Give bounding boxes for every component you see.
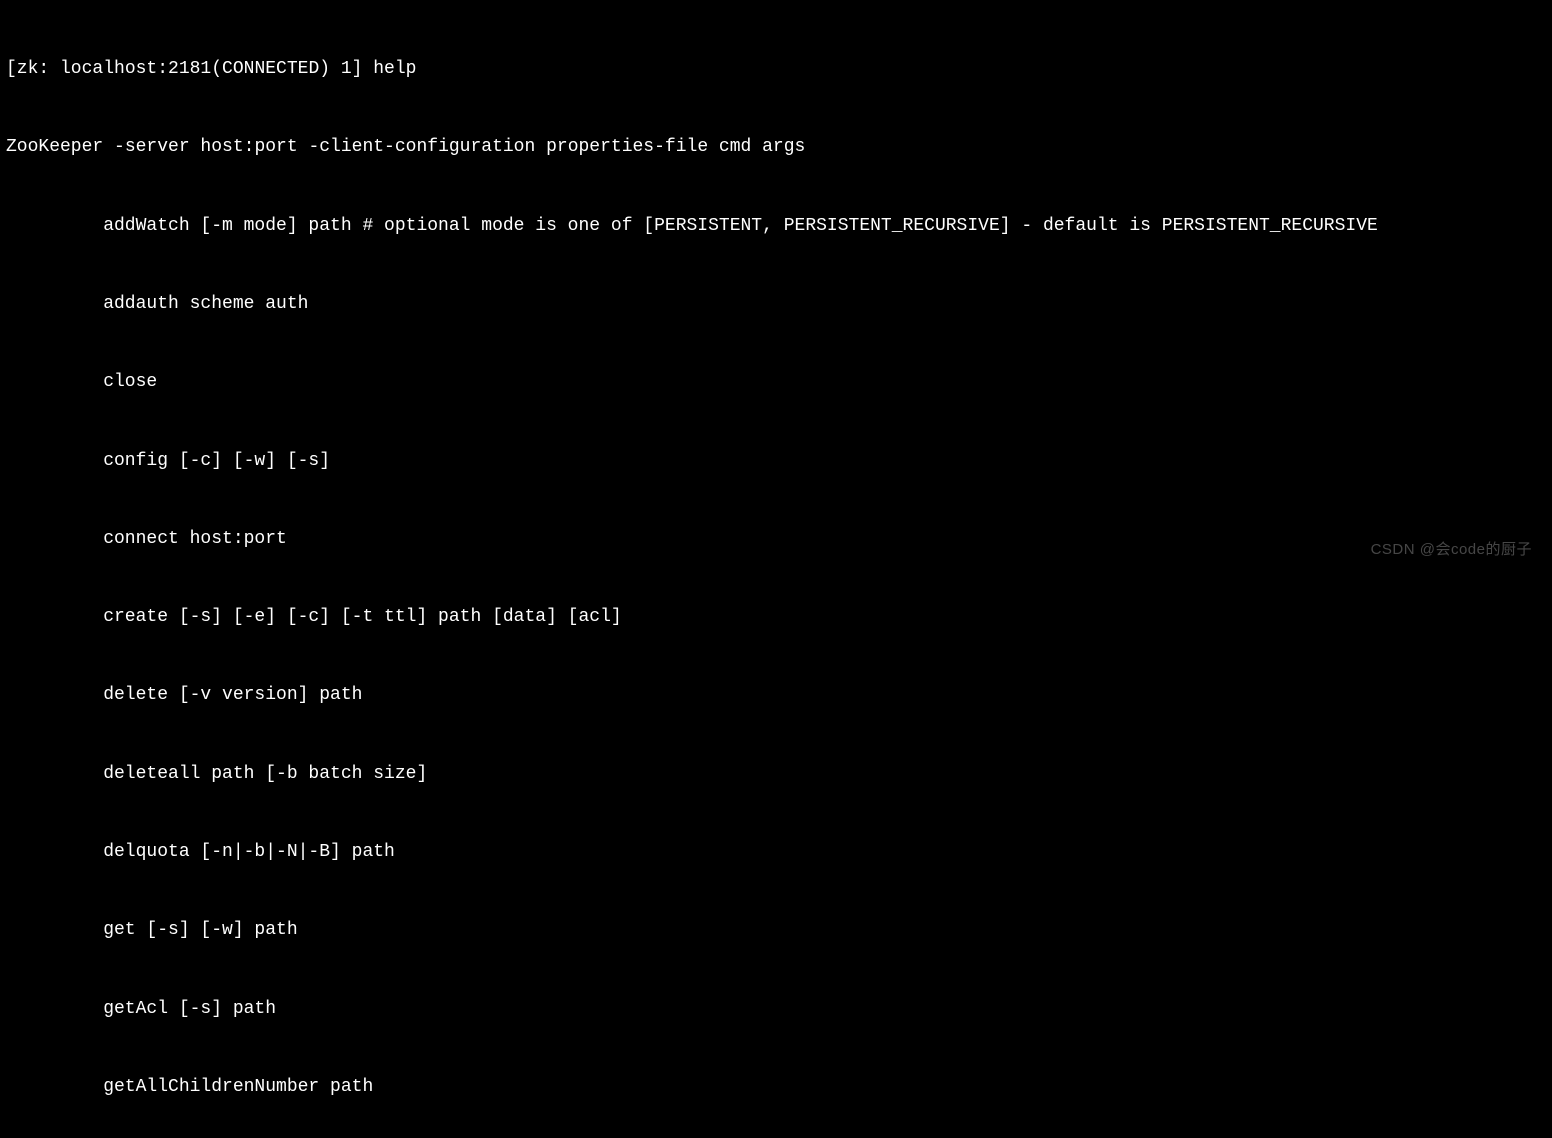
command-line: connect host:port (6, 526, 1546, 552)
prompt-line: [zk: localhost:2181(CONNECTED) 1] help (6, 56, 1546, 82)
command-line: deleteall path [-b batch size] (6, 761, 1546, 787)
terminal-output[interactable]: [zk: localhost:2181(CONNECTED) 1] help Z… (6, 4, 1546, 1138)
command-line: config [-c] [-w] [-s] (6, 448, 1546, 474)
usage-line: ZooKeeper -server host:port -client-conf… (6, 134, 1546, 160)
command-line: addWatch [-m mode] path # optional mode … (6, 213, 1546, 239)
command-line: delete [-v version] path (6, 682, 1546, 708)
command-line: getAcl [-s] path (6, 996, 1546, 1022)
command-line: getAllChildrenNumber path (6, 1074, 1546, 1100)
command-line: get [-s] [-w] path (6, 917, 1546, 943)
command-line: addauth scheme auth (6, 291, 1546, 317)
command-line: create [-s] [-e] [-c] [-t ttl] path [dat… (6, 604, 1546, 630)
watermark: CSDN @会code的厨子 (1371, 539, 1532, 561)
command-line: delquota [-n|-b|-N|-B] path (6, 839, 1546, 865)
command-line: close (6, 369, 1546, 395)
